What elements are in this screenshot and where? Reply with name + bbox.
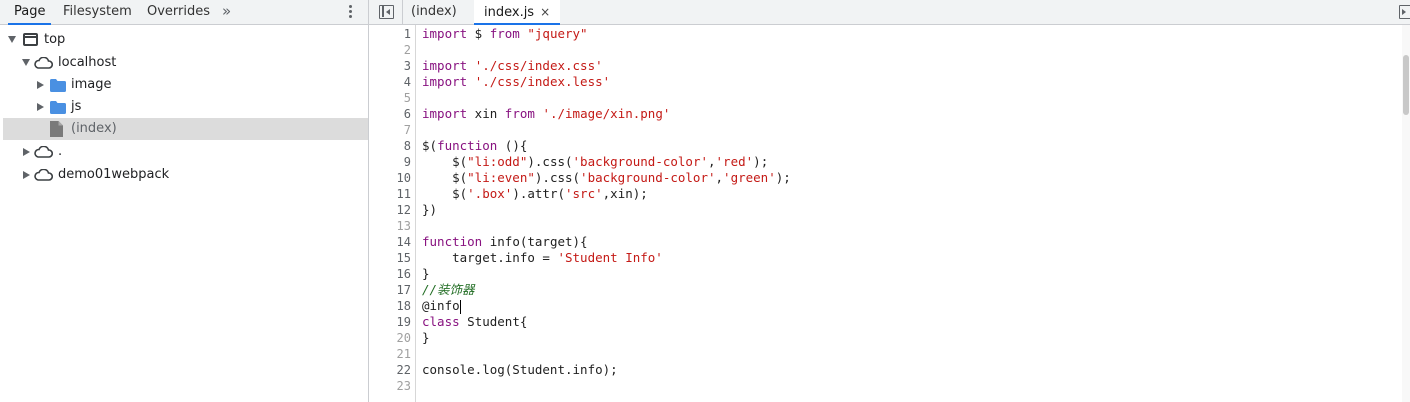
editor-scrollbar[interactable] — [1402, 25, 1410, 402]
line-number[interactable]: 10 — [397, 170, 411, 186]
folder-icon — [50, 101, 66, 114]
tree-item-localhost[interactable]: localhost — [3, 52, 368, 74]
code-editor-panel: (index) index.js × 1 2 3 4 5 6 7 8 9 10 1… — [369, 0, 1410, 402]
tree-item-label: image — [71, 77, 112, 92]
editor-tab-label: (index) — [411, 4, 457, 19]
tab-page[interactable]: Page — [8, 0, 52, 25]
line-number[interactable]: 12 — [397, 202, 411, 218]
cloud-icon — [34, 169, 53, 181]
code-line[interactable]: } — [422, 266, 430, 282]
tree-item-dot[interactable]: . — [3, 141, 368, 163]
navigator-tabbar: Page Filesystem Overrides » — [0, 0, 368, 25]
line-number[interactable]: 4 — [404, 74, 411, 90]
cloud-icon — [34, 146, 53, 158]
code-line[interactable]: @info — [422, 298, 461, 314]
tree-item-image[interactable]: image — [3, 74, 368, 96]
code-content[interactable]: import $ from "jquery" import './css/inde… — [417, 25, 1402, 402]
collapsed-arrow-icon[interactable] — [23, 148, 30, 156]
line-number[interactable]: 5 — [404, 90, 411, 106]
tab-overrides[interactable]: Overrides — [141, 0, 216, 25]
expanded-arrow-icon[interactable] — [22, 59, 30, 66]
cloud-icon — [34, 57, 53, 69]
toggle-debugger-icon[interactable] — [1399, 5, 1410, 19]
code-line[interactable]: $("li:odd").css('background-color','red'… — [422, 154, 768, 170]
code-line[interactable]: $("li:even").css('background-color','gre… — [422, 170, 791, 186]
tab-filesystem[interactable]: Filesystem — [57, 0, 138, 25]
line-number[interactable]: 18 — [397, 298, 411, 314]
line-number[interactable]: 22 — [397, 362, 411, 378]
tree-item-label: top — [44, 32, 66, 47]
line-number[interactable]: 14 — [397, 234, 411, 250]
text-caret — [459, 299, 461, 314]
tree-item-label: . — [58, 144, 63, 159]
editor-tab-index[interactable]: (index) — [401, 0, 467, 25]
line-number[interactable]: 19 — [397, 314, 411, 330]
code-line[interactable]: import xin from './image/xin.png' — [422, 106, 670, 122]
code-line[interactable]: $(function (){ — [422, 138, 527, 154]
line-number[interactable]: 6 — [404, 106, 411, 122]
line-number[interactable]: 21 — [397, 346, 411, 362]
code-line[interactable]: target.info = 'Student Info' — [422, 250, 663, 266]
line-number[interactable]: 11 — [397, 186, 411, 202]
line-number[interactable]: 16 — [397, 266, 411, 282]
collapsed-arrow-icon[interactable] — [37, 103, 44, 111]
code-line[interactable]: function info(target){ — [422, 234, 588, 250]
tree-item-js[interactable]: js — [3, 96, 368, 118]
close-tab-icon[interactable]: × — [540, 0, 550, 24]
collapsed-arrow-icon[interactable] — [23, 171, 30, 179]
code-line[interactable]: import './css/index.less' — [422, 74, 610, 90]
code-line[interactable]: class Student{ — [422, 314, 527, 330]
line-number[interactable]: 1 — [404, 26, 411, 42]
folder-icon — [50, 79, 66, 92]
tree-item-label: demo01webpack — [58, 167, 170, 182]
line-number[interactable]: 17 — [397, 282, 411, 298]
line-number[interactable]: 13 — [397, 218, 411, 234]
more-options-icon[interactable] — [345, 4, 355, 20]
line-number[interactable]: 23 — [397, 378, 411, 394]
file-icon — [50, 121, 63, 137]
editor-tabbar: (index) index.js × — [369, 0, 1410, 25]
tree-item-label: localhost — [58, 55, 117, 70]
line-number-gutter: 1 2 3 4 5 6 7 8 9 10 11 12 13 14 15 16 1… — [369, 25, 416, 402]
toggle-navigator-icon[interactable] — [379, 5, 394, 19]
line-number[interactable]: 15 — [397, 250, 411, 266]
expanded-arrow-icon[interactable] — [8, 36, 16, 43]
code-line[interactable]: import $ from "jquery" — [422, 26, 588, 42]
collapsed-arrow-icon[interactable] — [37, 81, 44, 89]
code-line[interactable]: //装饰器 — [422, 282, 475, 298]
tree-item-top[interactable]: top — [3, 29, 368, 51]
sources-navigator: Page Filesystem Overrides » top localhos… — [0, 0, 369, 402]
line-number[interactable]: 7 — [404, 122, 411, 138]
code-line[interactable]: }) — [422, 202, 437, 218]
tree-item-index[interactable]: (index) — [3, 118, 368, 140]
line-number[interactable]: 8 — [404, 138, 411, 154]
line-number[interactable]: 2 — [404, 42, 411, 58]
tree-item-demo01webpack[interactable]: demo01webpack — [3, 164, 368, 186]
code-line[interactable]: console.log(Student.info); — [422, 362, 618, 378]
more-tabs-icon[interactable]: » — [222, 0, 231, 25]
editor-tab-label: index.js — [484, 5, 535, 20]
scrollbar-thumb[interactable] — [1403, 55, 1409, 115]
code-line[interactable]: $('.box').attr('src',xin); — [422, 186, 648, 202]
tree-item-label: js — [71, 99, 82, 114]
line-number[interactable]: 20 — [397, 330, 411, 346]
line-number[interactable]: 3 — [404, 58, 411, 74]
code-line[interactable]: } — [422, 330, 430, 346]
tree-item-label: (index) — [71, 121, 117, 136]
editor-tab-indexjs[interactable]: index.js × — [474, 0, 561, 25]
frame-icon — [23, 33, 38, 46]
code-line[interactable]: import './css/index.css' — [422, 58, 603, 74]
line-number[interactable]: 9 — [404, 154, 411, 170]
